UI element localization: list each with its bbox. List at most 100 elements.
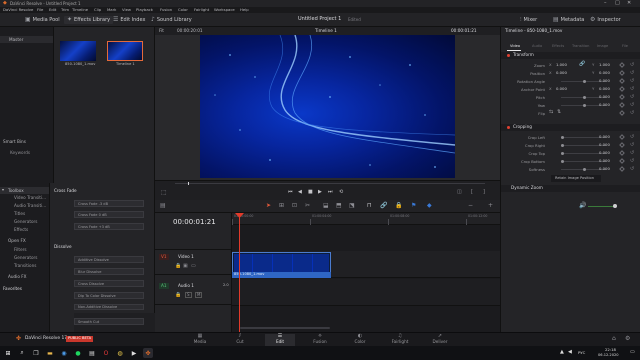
pitch-value[interactable]: 0.000 xyxy=(599,94,610,99)
keyframe-icon[interactable] xyxy=(619,110,625,116)
inspector-button[interactable]: ⚙ Inspector xyxy=(590,16,621,24)
reset-icon[interactable]: ↺ xyxy=(630,142,634,148)
keyframe-icon[interactable] xyxy=(619,166,625,172)
chrome-icon[interactable]: ◍ xyxy=(115,348,125,358)
crop-top-slider-knob[interactable] xyxy=(561,152,564,155)
effect-cross-fade-minus3[interactable]: Cross Fade -3 dB xyxy=(74,200,144,207)
yaw-slider-knob[interactable] xyxy=(583,104,586,107)
spotify-icon[interactable]: ● xyxy=(73,348,83,358)
tree-item-titles[interactable]: Titles xyxy=(14,211,25,216)
keyframe-icon[interactable] xyxy=(619,142,625,148)
position-x-value[interactable]: 0.000 xyxy=(556,70,567,75)
jog-scrubber[interactable] xyxy=(175,183,485,184)
keyframe-icon[interactable] xyxy=(619,78,625,84)
tree-item-audio-transitions[interactable]: Audio Transiti... xyxy=(14,203,46,208)
crop-top-value[interactable]: 0.000 xyxy=(599,150,610,155)
scrubber-playhead[interactable] xyxy=(188,182,189,185)
audio-fx-header[interactable]: Audio FX xyxy=(8,274,27,279)
tree-item-filters[interactable]: Filters xyxy=(14,247,27,252)
metadata-button[interactable]: ▤ Metadata xyxy=(553,16,584,24)
menu-item-fusion[interactable]: Fusion xyxy=(160,8,172,12)
video-track-id[interactable]: V1 xyxy=(159,254,169,261)
volume-slider[interactable] xyxy=(588,206,616,207)
zoom-y-value[interactable]: 1.000 xyxy=(599,62,610,67)
effect-blur-dissolve[interactable]: Blur Dissolve xyxy=(74,268,144,275)
volume-icon[interactable]: 🔊 xyxy=(579,203,586,209)
network-icon[interactable]: ▲ xyxy=(560,350,564,355)
menu-item-playback[interactable]: Playback xyxy=(136,8,153,12)
menu-item-trim[interactable]: Trim xyxy=(61,8,69,12)
media-pool-button[interactable]: ▣ Media Pool xyxy=(25,16,60,24)
speaker-icon[interactable]: ◀ xyxy=(568,350,572,355)
blade-tool-icon[interactable]: ✂ xyxy=(305,203,310,209)
effect-additive-dissolve[interactable]: Additive Dissolve xyxy=(74,256,144,263)
tree-item-ofx-generators[interactable]: Generators xyxy=(14,255,37,260)
edit-index-button[interactable]: ☰ Edit Index xyxy=(113,16,145,24)
page-cut[interactable]: ⫽ Cut xyxy=(225,334,255,346)
cropping-section-header[interactable]: Cropping xyxy=(501,124,640,131)
timeline-scrollbar[interactable] xyxy=(240,327,330,329)
flip-horizontal-icon[interactable]: ⇆ xyxy=(549,110,553,115)
video-track-name[interactable]: Video 1 xyxy=(178,254,194,259)
timeline-thumbnail[interactable] xyxy=(107,41,143,61)
keyframe-icon[interactable] xyxy=(619,70,625,76)
volume-slider-knob[interactable] xyxy=(613,204,617,208)
maximize-button[interactable]: □ xyxy=(615,1,620,6)
zoom-fit-dropdown[interactable]: Fit xyxy=(159,28,164,33)
store-icon[interactable]: ▤ xyxy=(87,348,97,358)
effect-non-additive-dissolve[interactable]: Non-Additive Dissolve xyxy=(74,304,144,310)
replace-clip-icon[interactable]: ⬔ xyxy=(349,203,355,209)
pitch-slider-knob[interactable] xyxy=(583,96,586,99)
softness-slider-knob[interactable] xyxy=(583,168,586,171)
trim-tool-icon[interactable]: ⊞ xyxy=(279,203,284,209)
menu-item-color[interactable]: Color xyxy=(178,8,188,12)
settings-gear-icon[interactable]: ⚙ xyxy=(625,336,630,342)
transform-section-header[interactable]: Transform xyxy=(501,52,640,59)
minimize-button[interactable]: – xyxy=(604,1,607,6)
anchor-x-value[interactable]: 0.000 xyxy=(556,86,567,91)
home-icon[interactable]: ⌂ xyxy=(612,336,616,342)
inspector-tab-file[interactable]: File xyxy=(622,44,628,49)
tree-item-video-transitions[interactable]: Video Transiti... xyxy=(14,195,46,200)
enabled-indicator-icon[interactable] xyxy=(507,126,510,129)
toolbox-header[interactable]: ▾ Toolbox xyxy=(0,187,49,194)
enabled-indicator-icon[interactable] xyxy=(507,54,510,57)
inspector-tab-video[interactable]: Video xyxy=(510,44,520,49)
keyframe-icon[interactable] xyxy=(619,134,625,140)
page-edit[interactable]: ☰ Edit xyxy=(265,334,295,346)
play-button[interactable]: ▶ xyxy=(318,190,322,195)
tree-item-effects[interactable]: Effects xyxy=(14,227,28,232)
rotation-slider-knob[interactable] xyxy=(583,80,586,83)
flag-icon[interactable]: ⚑ xyxy=(411,203,416,209)
media-player-icon[interactable]: ▶ xyxy=(129,348,139,358)
inspector-tab-image[interactable]: Image xyxy=(597,44,608,49)
audio-track-id[interactable]: A1 xyxy=(159,283,169,290)
first-frame-button[interactable]: ⏮ xyxy=(288,190,293,195)
menu-item-help[interactable]: Help xyxy=(240,8,249,12)
audio-track-name[interactable]: Audio 1 xyxy=(178,283,194,288)
opera-icon[interactable]: O xyxy=(101,348,111,358)
dynamic-trim-icon[interactable]: ⊡ xyxy=(292,203,297,209)
effects-library-button[interactable]: ✦ Effects Library xyxy=(64,16,114,24)
inspector-tab-transition[interactable]: Transition xyxy=(572,44,589,49)
crop-bottom-slider-knob[interactable] xyxy=(561,160,564,163)
menu-item-edit[interactable]: Edit xyxy=(49,8,56,12)
menu-item-davinci-resolve[interactable]: DaVinci Resolve xyxy=(3,8,33,12)
inspector-tab-audio[interactable]: Audio xyxy=(532,44,542,49)
mixer-button[interactable]: ⫶ Mixer xyxy=(520,16,537,24)
tree-item-generators[interactable]: Generators xyxy=(14,219,37,224)
softness-value[interactable]: 0.000 xyxy=(599,166,610,171)
crop-right-value[interactable]: 0.000 xyxy=(599,142,610,147)
reset-icon[interactable]: ↺ xyxy=(630,94,634,100)
keyframe-icon[interactable] xyxy=(619,102,625,108)
rotation-value[interactable]: 0.000 xyxy=(599,78,610,83)
match-frame-icon[interactable]: ◫ xyxy=(457,190,462,195)
file-explorer-icon[interactable]: ▬ xyxy=(45,348,55,358)
keyframe-icon[interactable] xyxy=(619,94,625,100)
menu-item-clip[interactable]: Clip xyxy=(94,8,101,12)
insert-clip-icon[interactable]: ⬓ xyxy=(323,203,329,209)
effect-cross-fade-plus3[interactable]: Cross Fade +3 dB xyxy=(74,223,144,230)
sound-library-button[interactable]: ♪ Sound Library xyxy=(151,16,192,24)
menu-item-view[interactable]: View xyxy=(122,8,131,12)
reset-icon[interactable]: ↺ xyxy=(630,134,634,140)
